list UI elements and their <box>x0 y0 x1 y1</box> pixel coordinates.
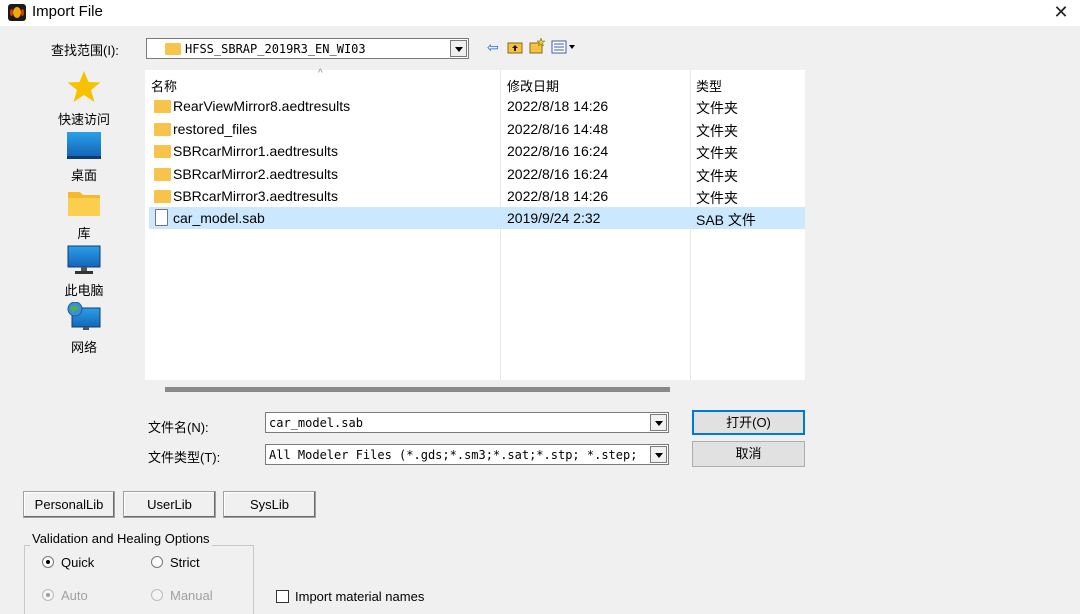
file-icon <box>155 209 168 226</box>
lookin-value: HFSS_SBRAP_2019R3_EN_WI03 <box>185 42 366 56</box>
file-date: 2022/8/18 14:26 <box>507 98 609 114</box>
import-material-checkbox[interactable] <box>276 590 289 603</box>
network-icon <box>67 301 101 330</box>
personal-lib-button[interactable]: PersonalLib <box>23 491 115 518</box>
file-date: 2022/8/18 14:26 <box>507 188 609 204</box>
title-bar <box>0 0 1080 26</box>
back-arrow-icon[interactable]: ⇦ <box>487 40 503 54</box>
file-date: 2022/8/16 16:24 <box>507 166 609 182</box>
validation-group <box>24 545 254 614</box>
place-network[interactable]: 网络 <box>49 301 119 356</box>
star-icon <box>67 71 101 102</box>
file-name: SBRcarMirror1.aedtresults <box>173 143 338 159</box>
sort-up-icon: ^ <box>318 68 323 79</box>
file-date: 2022/8/16 16:24 <box>507 143 609 159</box>
file-list[interactable]: 名称 ^ 修改日期 类型 RearViewMirror8.aedtresults… <box>145 68 805 380</box>
desktop-icon <box>67 132 101 159</box>
validation-group-title: Validation and Healing Options <box>30 531 212 546</box>
place-label: 库 <box>77 226 91 241</box>
filetype-dropdown-button[interactable] <box>650 446 667 463</box>
file-type: 文件夹 <box>696 168 738 184</box>
column-header-date[interactable]: 修改日期 <box>507 76 559 95</box>
manual-radio <box>151 589 163 601</box>
place-quick-access[interactable]: 快速访问 <box>49 70 119 128</box>
import-material-label: Import material names <box>295 589 425 604</box>
file-row[interactable]: SBRcarMirror3.aedtresults 2022/8/18 14:2… <box>149 185 804 207</box>
up-folder-icon[interactable] <box>507 40 523 54</box>
close-icon[interactable]: ✕ <box>1050 0 1072 24</box>
filetype-select[interactable]: All Modeler Files (*.gds;*.sm3;*.sat;*.s… <box>265 444 669 465</box>
quick-radio[interactable] <box>42 556 54 568</box>
quick-label: Quick <box>61 555 95 570</box>
user-lib-button[interactable]: UserLib <box>123 491 216 518</box>
file-row-selected[interactable]: car_model.sab 2019/9/24 2:32 SAB 文件 <box>149 207 805 229</box>
cancel-button[interactable]: 取消 <box>692 441 805 467</box>
place-label: 桌面 <box>70 168 97 183</box>
file-type: 文件夹 <box>696 123 738 139</box>
column-header-name[interactable]: 名称 <box>151 76 177 95</box>
lookin-label: 查找范围(I): <box>51 43 119 58</box>
file-date: 2019/9/24 2:32 <box>507 210 601 226</box>
strict-label: Strict <box>170 555 200 570</box>
library-icon <box>68 192 100 216</box>
filename-dropdown-button[interactable] <box>650 414 667 431</box>
computer-icon <box>67 245 101 274</box>
open-button[interactable]: 打开(O) <box>692 410 805 435</box>
auto-label: Auto <box>61 588 88 603</box>
file-name: restored_files <box>173 121 258 137</box>
place-this-pc[interactable]: 此电脑 <box>49 245 119 299</box>
auto-radio <box>42 589 54 601</box>
place-label: 快速访问 <box>57 112 110 127</box>
folder-icon <box>154 190 171 203</box>
horizontal-scrollbar[interactable] <box>165 387 670 392</box>
filename-label: 文件名(N): <box>148 420 209 435</box>
filename-input[interactable]: car_model.sab <box>265 412 669 433</box>
place-label: 此电脑 <box>64 283 104 298</box>
file-type: SAB 文件 <box>696 212 756 228</box>
lookin-dropdown-button[interactable] <box>450 40 467 57</box>
file-row[interactable]: SBRcarMirror1.aedtresults 2022/8/16 16:2… <box>149 140 804 162</box>
file-date: 2022/8/16 14:48 <box>507 121 609 137</box>
manual-label: Manual <box>170 588 213 603</box>
view-menu-icon[interactable] <box>551 40 577 54</box>
window-title: Import File <box>32 3 103 20</box>
folder-icon <box>154 123 171 136</box>
folder-icon <box>154 100 171 113</box>
place-label: 网络 <box>70 340 97 355</box>
folder-icon <box>154 168 171 181</box>
lookin-combo[interactable]: HFSS_SBRAP_2019R3_EN_WI03 <box>146 38 469 59</box>
file-name: SBRcarMirror2.aedtresults <box>173 166 338 182</box>
file-type: 文件夹 <box>696 190 738 206</box>
app-icon <box>8 4 26 21</box>
folder-icon <box>165 43 181 55</box>
file-row[interactable]: restored_files 2022/8/16 14:48 文件夹 <box>149 118 804 140</box>
filetype-label: 文件类型(T): <box>148 450 221 465</box>
file-name: RearViewMirror8.aedtresults <box>173 98 351 114</box>
file-type: 文件夹 <box>696 100 738 116</box>
file-name: car_model.sab <box>173 210 265 226</box>
filename-value: car_model.sab <box>269 416 363 430</box>
new-folder-icon[interactable] <box>529 38 545 54</box>
sys-lib-button[interactable]: SysLib <box>223 491 316 518</box>
file-name: SBRcarMirror3.aedtresults <box>173 188 338 204</box>
strict-radio[interactable] <box>151 556 163 568</box>
file-row[interactable]: SBRcarMirror2.aedtresults 2022/8/16 16:2… <box>149 163 804 185</box>
file-type: 文件夹 <box>696 145 738 161</box>
filetype-value: All Modeler Files (*.gds;*.sm3;*.sat;*.s… <box>269 448 638 462</box>
place-desktop[interactable]: 桌面 <box>49 130 119 184</box>
folder-icon <box>154 145 171 158</box>
place-library[interactable]: 库 <box>49 188 119 242</box>
column-header-type[interactable]: 类型 <box>696 76 722 95</box>
file-row[interactable]: RearViewMirror8.aedtresults 2022/8/18 14… <box>149 95 804 117</box>
